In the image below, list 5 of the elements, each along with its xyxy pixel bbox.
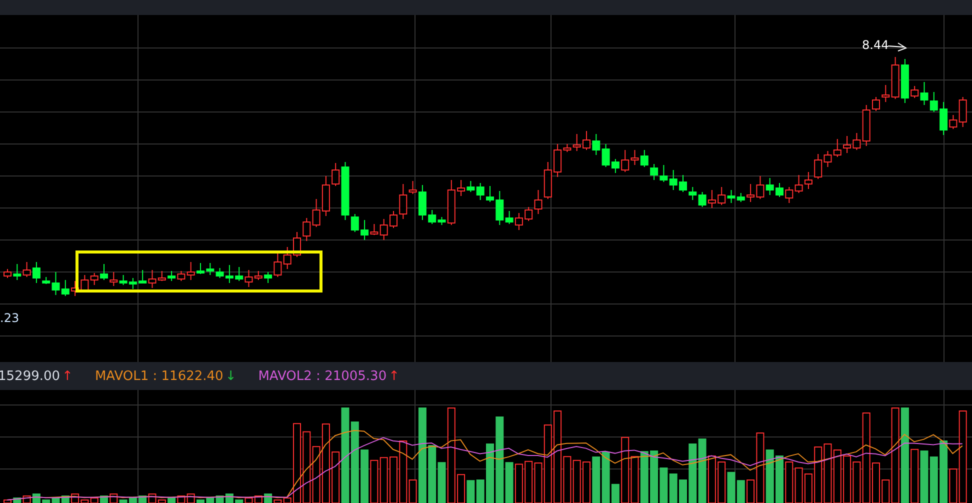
volume-indicator: MAVOL1 : 11622.40↓ bbox=[94, 368, 236, 384]
high-price-label: 8.44 bbox=[862, 38, 889, 52]
low-price-label: .23 bbox=[0, 311, 20, 325]
volume-indicator: MAVOL2 : 21005.30↑ bbox=[258, 368, 400, 384]
pointer-arrow bbox=[888, 42, 908, 52]
